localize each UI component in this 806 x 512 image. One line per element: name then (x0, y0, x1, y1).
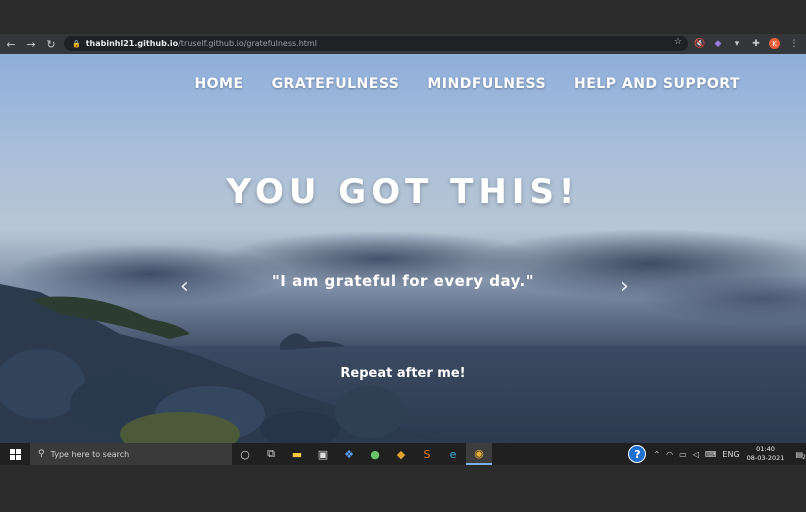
profile-avatar[interactable]: K (769, 38, 780, 49)
rocks-image (0, 284, 456, 443)
forward-icon[interactable]: → (22, 35, 40, 53)
system-tray: ? ⌃ ◠ ▭ ◁ ⌨ ENG 01:40 08-03-2021 ▤ 2 (628, 443, 806, 465)
store-icon[interactable]: ▣ (310, 443, 336, 465)
nav-gratefulness[interactable]: GRATEFULNESS (272, 76, 400, 92)
nav-mindfulness[interactable]: MINDFULNESS (427, 76, 546, 92)
battery-icon[interactable]: ▭ (679, 450, 687, 459)
taskbar-search[interactable]: ⚲ Type here to search (30, 443, 232, 465)
sublime-text-icon[interactable]: S (414, 443, 440, 465)
page-headline: YOU GOT THIS! (226, 172, 580, 212)
repeat-text: Repeat after me! (340, 366, 466, 381)
carousel-quote: "I am grateful for every day." (271, 272, 535, 290)
extensions-puzzle-icon[interactable]: ✚ (750, 38, 762, 50)
reload-icon[interactable]: ↻ (42, 35, 60, 53)
site-nav: HOME GRATEFULNESS MINDFULNESS HELP AND S… (194, 76, 740, 92)
notification-count: 2 (802, 453, 806, 461)
carousel-next-icon[interactable]: › (620, 274, 629, 299)
clock-date: 08-03-2021 (746, 454, 785, 462)
window-top-frame (0, 0, 806, 34)
nav-help-and-support[interactable]: HELP AND SUPPORT (574, 76, 740, 92)
volume-icon[interactable]: ◁ (693, 450, 699, 459)
bookmark-star-icon[interactable]: ☆ (674, 37, 682, 47)
chrome-browser-icon[interactable]: ◉ (466, 443, 492, 465)
nav-home[interactable]: HOME (194, 76, 243, 92)
language-indicator[interactable]: ENG (722, 450, 739, 459)
search-icon: ⚲ (38, 449, 45, 459)
mute-icon[interactable]: 🔇 (694, 38, 706, 50)
back-icon[interactable]: ← (2, 35, 20, 53)
app-diamond-icon[interactable]: ◆ (388, 443, 414, 465)
help-icon[interactable]: ? (628, 445, 647, 463)
tray-chevron-icon[interactable]: ⌃ (653, 450, 660, 459)
wifi-icon[interactable]: ◠ (666, 450, 673, 459)
menu-kebab-icon[interactable]: ⋮ (788, 38, 800, 50)
search-placeholder: Type here to search (50, 449, 130, 459)
url-host: thabinhl21.github.io (85, 39, 179, 48)
extension-shield-icon[interactable]: ◆ (712, 38, 724, 50)
address-bar[interactable]: 🔒 thabinhl21.github.io/truself.github.io… (64, 36, 688, 51)
edge-browser-icon[interactable]: e (440, 443, 466, 465)
file-explorer-icon[interactable]: ▬ (284, 443, 310, 465)
microphone-icon[interactable]: ▾ (731, 38, 743, 50)
keyboard-icon[interactable]: ⌨ (705, 450, 717, 459)
url-path: /truself.github.io/gratefulness.html (178, 39, 317, 48)
clock-time: 01:40 (756, 445, 775, 453)
clock[interactable]: 01:40 08-03-2021 (747, 445, 785, 463)
dropbox-icon[interactable]: ❖ (336, 443, 362, 465)
task-view-icon[interactable]: ⧉ (258, 443, 284, 465)
app-green-icon[interactable]: ● (362, 443, 388, 465)
notifications-icon[interactable]: ▤ 2 (795, 450, 806, 461)
windows-start-icon[interactable] (0, 443, 30, 465)
web-page: HOME GRATEFULNESS MINDFULNESS HELP AND S… (0, 54, 806, 443)
cortana-icon[interactable]: ○ (232, 443, 258, 465)
lock-icon: 🔒 (72, 39, 81, 48)
